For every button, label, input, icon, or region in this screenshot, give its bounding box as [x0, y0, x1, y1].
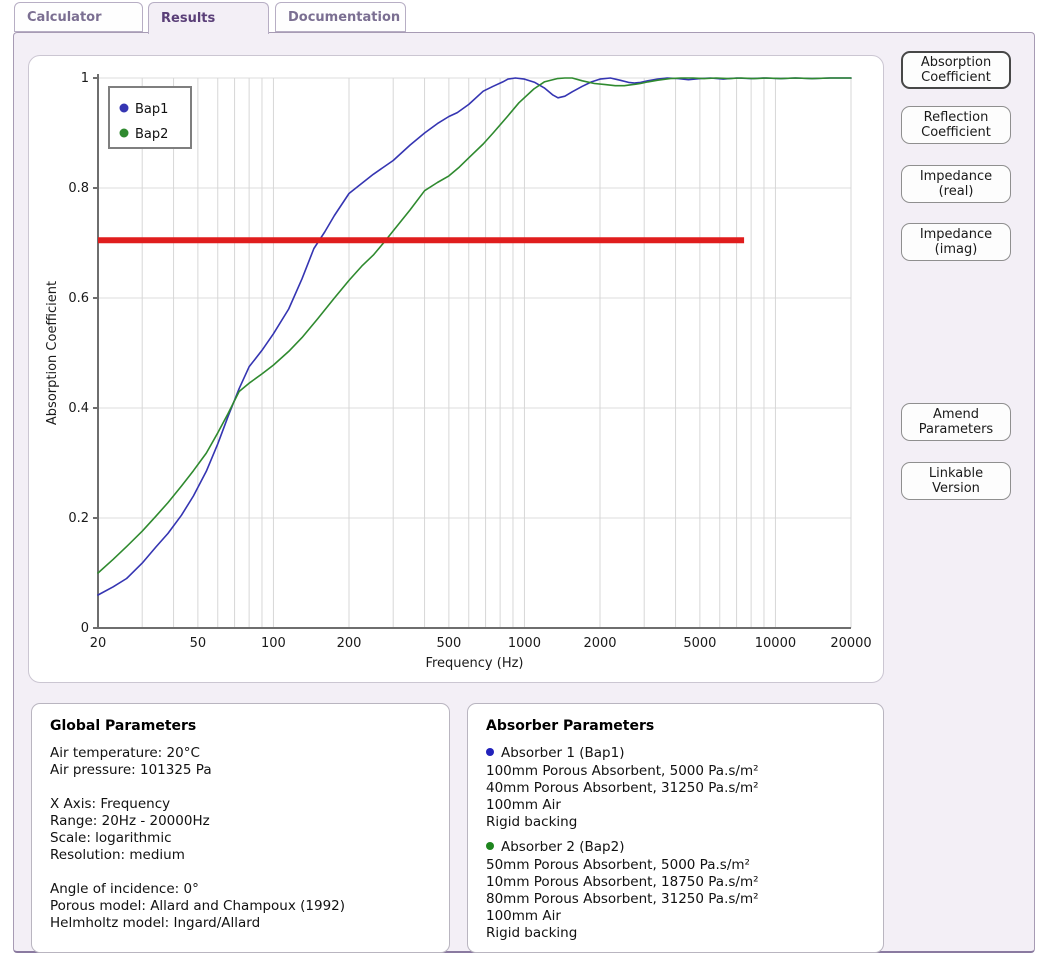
series-bap2-line — [97, 77, 852, 574]
amend-parameters-button-label: Amend Parameters — [918, 407, 994, 437]
x-tick-label: 100 — [261, 636, 286, 651]
chart-gridlines — [98, 77, 852, 628]
global-parameters-title: Global Parameters — [50, 718, 197, 734]
legend-label-bap2: Bap2 — [135, 127, 168, 142]
x-tick-label: 20000 — [830, 636, 871, 651]
y-tick-label: 0 — [81, 621, 89, 636]
tab-documentation[interactable]: Documentation — [275, 2, 406, 32]
x-tick-label: 20 — [90, 636, 107, 651]
parameter-line: Air pressure: 101325 Pa — [50, 762, 212, 778]
absorber-layer: 100mm Air — [486, 797, 561, 813]
tab-calculator-label: Calculator — [27, 9, 102, 25]
y-tick-label: 0.8 — [68, 181, 89, 196]
x-tick-label: 50 — [190, 636, 207, 651]
parameter-line: X Axis: Frequency — [50, 796, 171, 812]
series-bap1-line — [97, 77, 852, 596]
absorption-coefficient-button-label: Absorption Coefficient — [920, 55, 992, 85]
amend-parameters-button[interactable]: Amend Parameters — [901, 403, 1011, 441]
y-tick-label: 0.6 — [68, 291, 89, 306]
chart-axes — [97, 74, 851, 629]
absorption-coefficient-button[interactable]: Absorption Coefficient — [901, 51, 1011, 89]
legend-marker-bap1 — [119, 103, 129, 113]
x-axis-ticks: 20 50 100 200 500 1000 2000 5000 10000 20000 — [90, 636, 872, 651]
y-axis-label: Absorption Coefficient — [45, 281, 60, 425]
tab-documentation-label: Documentation — [288, 9, 401, 25]
absorber-parameters-panel: Absorber Parameters Absorber 1 (Bap1) 100… — [467, 703, 884, 953]
absorption-coefficient-chart: 0 0.2 0.4 0.6 0.8 1 20 50 100 200 500 1000 2000 5000 1… — [45, 71, 872, 671]
x-axis-label: Frequency (Hz) — [425, 656, 523, 671]
parameter-line: Scale: logarithmic — [50, 830, 172, 846]
impedance-imag-button[interactable]: Impedance (imag) — [901, 223, 1011, 261]
x-tick-label: 10000 — [755, 636, 796, 651]
impedance-imag-button-label: Impedance (imag) — [919, 227, 993, 257]
absorber-layer: 100mm Porous Absorbent, 5000 Pa.s/m² — [486, 763, 759, 779]
y-tick-label: 0.2 — [68, 511, 89, 526]
tab-results[interactable]: Results — [148, 2, 269, 34]
tab-results-label: Results — [161, 11, 216, 26]
impedance-real-button-label: Impedance (real) — [919, 169, 993, 199]
absorber-layer: 10mm Porous Absorbent, 18750 Pa.s/m² — [486, 874, 759, 890]
absorber-bullet-icon — [486, 842, 494, 850]
x-tick-label: 1000 — [508, 636, 541, 651]
legend-marker-bap2 — [119, 128, 129, 138]
reflection-coefficient-button[interactable]: Reflection Coefficient — [901, 106, 1011, 144]
x-tick-label: 200 — [337, 636, 362, 651]
y-axis-ticks: 0 0.2 0.4 0.6 0.8 1 — [68, 71, 98, 636]
parameter-line: Porous model: Allard and Champoux (1992) — [50, 898, 346, 914]
x-tick-label: 500 — [436, 636, 461, 651]
chart-panel: 0 0.2 0.4 0.6 0.8 1 20 50 100 200 500 1000 2000 5000 1… — [28, 55, 884, 683]
axis-titles: Frequency (Hz) Absorption Coefficient — [45, 281, 524, 671]
impedance-real-button[interactable]: Impedance (real) — [901, 165, 1011, 203]
absorber-name: Absorber 2 (Bap2) — [486, 839, 865, 856]
absorber-layer: 80mm Porous Absorbent, 31250 Pa.s/m² — [486, 891, 759, 907]
absorber-block: Absorber 2 (Bap2) 50mm Porous Absorbent, … — [486, 839, 865, 942]
absorber-block: Absorber 1 (Bap1) 100mm Porous Absorbent,… — [486, 745, 865, 831]
absorber-layer: Rigid backing — [486, 925, 578, 941]
linkable-version-button-label: Linkable Version — [928, 466, 984, 496]
parameter-line: Resolution: medium — [50, 847, 185, 863]
chart-series — [97, 77, 852, 596]
chart-legend: Bap1 Bap2 — [108, 86, 192, 149]
global-parameters-lines: Air temperature: 20°C Air pressure: 10132… — [50, 745, 431, 932]
absorber-layer: 100mm Air — [486, 908, 561, 924]
absorber-parameters-title: Absorber Parameters — [486, 718, 655, 734]
linkable-version-button[interactable]: Linkable Version — [901, 462, 1011, 500]
global-parameters-panel: Global Parameters Air temperature: 20°C A… — [31, 703, 450, 953]
absorber-name: Absorber 1 (Bap1) — [486, 745, 865, 762]
y-tick-label: 1 — [81, 71, 89, 86]
absorber-list: Absorber 1 (Bap1) 100mm Porous Absorbent,… — [486, 745, 865, 942]
tab-calculator[interactable]: Calculator — [14, 2, 143, 32]
x-tick-label: 2000 — [583, 636, 616, 651]
absorber-layer: Rigid backing — [486, 814, 578, 830]
legend-label-bap1: Bap1 — [135, 102, 168, 117]
parameter-line: Helmholtz model: Ingard/Allard — [50, 915, 261, 931]
absorber-layer: 40mm Porous Absorbent, 31250 Pa.s/m² — [486, 780, 759, 796]
reflection-coefficient-button-label: Reflection Coefficient — [921, 110, 991, 140]
parameter-line: Range: 20Hz - 20000Hz — [50, 813, 210, 829]
parameter-line: Air temperature: 20°C — [50, 745, 200, 761]
absorber-layer: 50mm Porous Absorbent, 5000 Pa.s/m² — [486, 857, 750, 873]
x-tick-label: 5000 — [683, 636, 716, 651]
parameter-line: Angle of incidence: 0° — [50, 881, 199, 897]
absorber-bullet-icon — [486, 748, 494, 756]
y-tick-label: 0.4 — [68, 401, 89, 416]
